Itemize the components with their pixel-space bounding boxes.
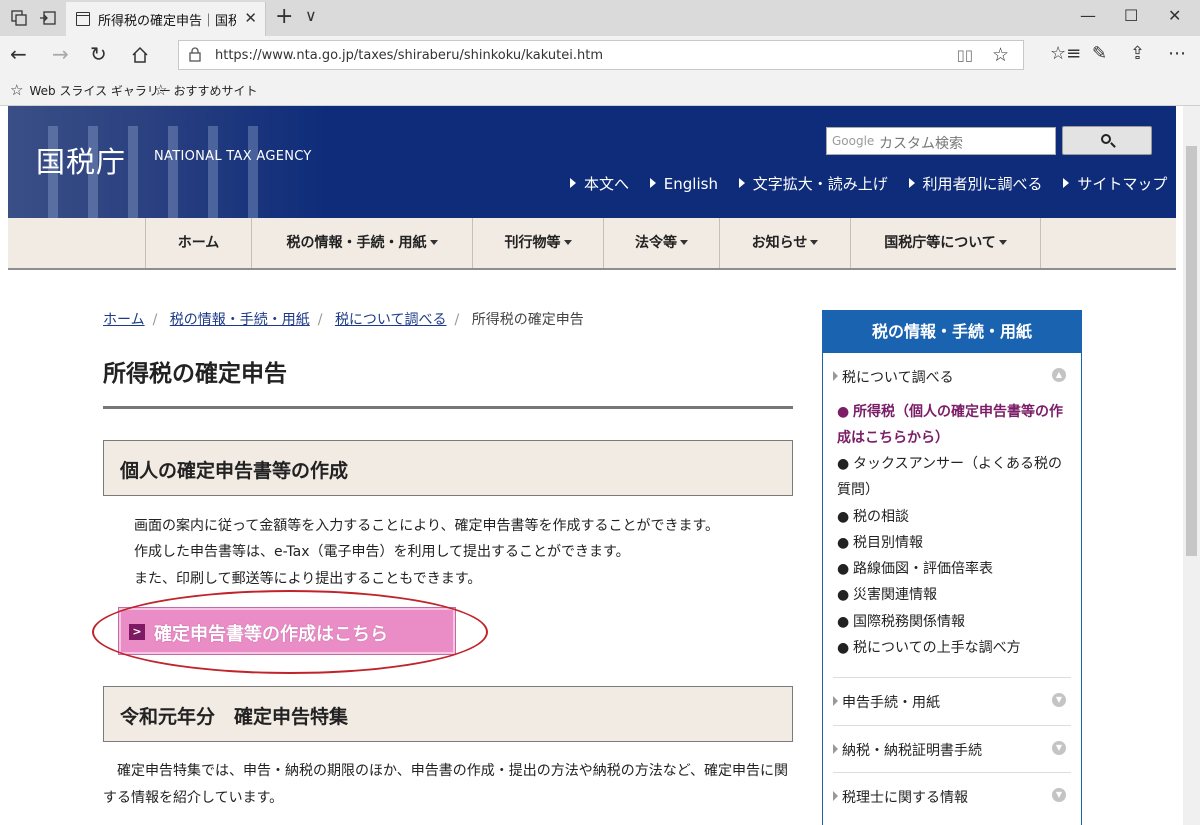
side-item-payment[interactable]: 納税・納税証明書手続 (833, 740, 982, 760)
arrow-right-icon (833, 696, 838, 706)
side-sub-item[interactable]: ● 税目別情報 (837, 530, 1063, 556)
breadcrumb-tax-info[interactable]: 税の情報・手続・用紙 (170, 312, 310, 328)
forward-icon[interactable]: → (52, 42, 69, 66)
nav-laws[interactable]: 法令等 (603, 218, 719, 268)
share-icon[interactable]: ⇪ (1130, 43, 1145, 64)
favorites-list-icon[interactable]: ☆≡ (1050, 43, 1081, 64)
side-sub-item[interactable]: ● 路線価図・評価倍率表 (837, 556, 1063, 582)
set-aside-tabs-icon[interactable] (38, 8, 58, 28)
section-text: また、印刷して郵送等により提出することもできます。 (134, 571, 482, 587)
header-link-by-user[interactable]: 利用者別に調べる (908, 175, 1043, 193)
favorite-item[interactable]: ☆ おすすめサイト (154, 81, 257, 99)
divider (833, 772, 1071, 773)
close-window-icon[interactable]: ✕ (1168, 6, 1181, 25)
pen-icon[interactable]: ✎ (1092, 43, 1107, 64)
close-tab-icon[interactable]: ✕ (244, 9, 257, 27)
refresh-icon[interactable]: ↻ (90, 42, 107, 66)
page-favicon-icon (76, 12, 90, 26)
url-bar[interactable]: https://www.nta.go.jp/taxes/shiraberu/sh… (178, 40, 1024, 70)
new-tab-button[interactable]: + (275, 4, 293, 29)
side-item-procedures[interactable]: 申告手続・用紙 (833, 692, 940, 712)
address-toolbar: ← → ↻ https://www.nta.go.jp/taxes/shirab… (0, 36, 1200, 74)
side-sub-item[interactable]: ● タックスアンサー（よくある税の質問） (837, 451, 1063, 503)
side-nav: 税の情報・手続・用紙 税について調べる ▲ ● 所得税（個人の確定申告書等の作成は… (822, 310, 1082, 825)
side-item-research[interactable]: 税について調べる (833, 367, 954, 387)
arrow-right-icon (833, 371, 838, 381)
search-placeholder: カスタム検索 (879, 136, 963, 152)
header-link-accessibility[interactable]: 文字拡大・読み上げ (738, 175, 888, 193)
side-sub-item[interactable]: ● 国際税務関係情報 (837, 609, 1063, 635)
site-logo-en: NATIONAL TAX AGENCY (154, 149, 312, 164)
arrow-right-icon (833, 791, 838, 801)
tab-preview-icon[interactable]: ∨ (305, 6, 317, 25)
favorites-bar: ☆ Web スライス ギャラリー ☆ おすすめサイト (0, 74, 1200, 106)
favorite-star-icon: ☆ (10, 81, 24, 99)
lock-icon (189, 47, 201, 62)
chevron-down-icon (998, 240, 1007, 245)
side-sub-item[interactable]: ● 税の相談 (837, 504, 1063, 530)
breadcrumb-home[interactable]: ホーム (103, 312, 145, 328)
browser-tab-bar: 所得税の確定申告｜国税庁 ✕ + ∨ — ☐ ✕ (0, 0, 1200, 36)
expand-icon[interactable]: ▼ (1052, 693, 1066, 707)
back-icon[interactable]: ← (10, 42, 27, 66)
global-nav: ホーム 税の情報・手続・用紙 刊行物等 法令等 お知らせ 国税庁等について (8, 218, 1176, 270)
side-sub-item[interactable]: ● 所得税（個人の確定申告書等の作成はこちらから） (837, 399, 1063, 451)
side-nav-heading[interactable]: 税の情報・手続・用紙 (823, 311, 1081, 353)
header-link-sitemap[interactable]: サイトマップ (1063, 175, 1167, 193)
url-text: https://www.nta.go.jp/taxes/shiraberu/sh… (215, 48, 603, 63)
favorite-item[interactable]: ☆ Web スライス ギャラリー (10, 81, 171, 99)
header-link-main[interactable]: 本文へ (570, 175, 629, 193)
chevron-down-icon (810, 240, 819, 245)
page-title: 所得税の確定申告 (103, 361, 287, 387)
site-header: 国税庁 NATIONAL TAX AGENCY Google カスタム検索 本文… (8, 106, 1176, 218)
search-input[interactable]: Google カスタム検索 (826, 127, 1056, 155)
expand-icon[interactable]: ▼ (1052, 741, 1066, 755)
active-tab[interactable]: 所得税の確定申告｜国税庁 ✕ (66, 2, 266, 36)
section-text: 確定申告特集では、申告・納税の期限のほか、申告書の作成・提出の方法や納税の方法な… (103, 763, 789, 806)
section-text: 画面の案内に従って金額等を入力することにより、確定申告書等を作成することができま… (134, 518, 720, 534)
header-link-english[interactable]: English (649, 175, 718, 193)
tab-actions-icon[interactable] (9, 8, 29, 28)
highlight-oval (92, 590, 488, 674)
side-item-tax-accountant[interactable]: 税理士に関する情報 (833, 787, 968, 807)
favorite-star-icon: ☆ (154, 81, 168, 99)
maximize-icon[interactable]: ☐ (1124, 6, 1138, 25)
home-icon[interactable] (130, 45, 150, 65)
side-sub-item[interactable]: ● 災害関連情報 (837, 582, 1063, 608)
scrollbar-thumb[interactable] (1186, 146, 1197, 556)
divider (833, 677, 1071, 678)
header-links: 本文へ English 文字拡大・読み上げ 利用者別に調べる サイトマップ (570, 173, 1176, 194)
title-divider (103, 406, 793, 409)
favorite-star-icon[interactable]: ☆ (992, 44, 1009, 66)
arrow-right-icon (833, 744, 838, 754)
nav-tax-info[interactable]: 税の情報・手続・用紙 (251, 218, 472, 268)
nav-home[interactable]: ホーム (145, 218, 251, 268)
tab-title: 所得税の確定申告｜国税庁 (98, 14, 236, 29)
nav-news[interactable]: お知らせ (719, 218, 850, 268)
expand-icon[interactable]: ▼ (1052, 788, 1066, 802)
section-text: 作成した申告書等は、e-Tax（電子申告）を利用して提出することができます。 (134, 544, 630, 560)
chevron-down-icon (563, 240, 572, 245)
search-icon (1101, 134, 1111, 144)
google-brand: Google (832, 134, 875, 148)
side-sub-item[interactable]: ● 税についての上手な調べ方 (837, 635, 1063, 661)
collapse-icon[interactable]: ▲ (1052, 368, 1066, 382)
chevron-down-icon (429, 240, 438, 245)
section-heading: 令和元年分 確定申告特集 (103, 686, 793, 742)
search-button[interactable] (1062, 126, 1152, 155)
page-scrollbar[interactable] (1183, 106, 1200, 825)
reading-view-icon[interactable]: ▯▯ (956, 46, 973, 64)
more-menu-icon[interactable]: ⋯ (1168, 43, 1186, 64)
section-heading: 個人の確定申告書等の作成 (103, 440, 793, 496)
nav-about[interactable]: 国税庁等について (850, 218, 1041, 268)
breadcrumb-research[interactable]: 税について調べる (335, 312, 447, 328)
divider (833, 725, 1071, 726)
nav-publications[interactable]: 刊行物等 (472, 218, 603, 268)
chevron-down-icon (680, 240, 688, 245)
breadcrumb-current: 所得税の確定申告 (471, 312, 584, 328)
site-logo[interactable]: 国税庁 (36, 139, 126, 181)
breadcrumb: ホーム / 税の情報・手続・用紙 / 税について調べる / 所得税の確定申告 (103, 312, 584, 328)
minimize-icon[interactable]: — (1080, 6, 1096, 25)
